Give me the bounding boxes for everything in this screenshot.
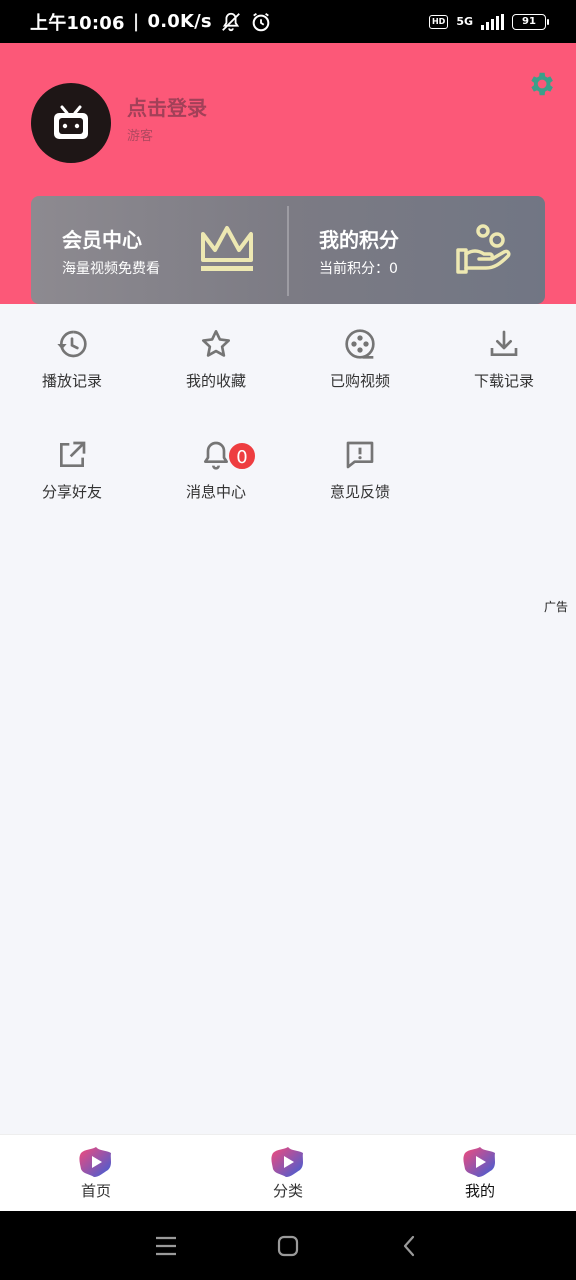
- play-logo-icon: [463, 1147, 495, 1177]
- avatar[interactable]: [31, 83, 111, 163]
- network-type: 5G: [456, 15, 473, 28]
- play-logo-icon: [79, 1147, 111, 1177]
- login-button[interactable]: 点击登录: [127, 92, 207, 121]
- menu-downloads[interactable]: 下载记录: [439, 328, 569, 408]
- page: 上午10:06 | 0.0K/s HD 5G 91 点击登录 游客 会员中心 海…: [0, 0, 576, 1280]
- alarm-icon: [252, 12, 270, 31]
- star-icon: [202, 330, 230, 357]
- menu-messages[interactable]: 消息中心 0: [151, 439, 281, 519]
- gear-icon[interactable]: [526, 69, 556, 99]
- battery-icon: 91: [512, 13, 549, 30]
- film-reel-icon: [345, 329, 375, 359]
- menu-purchased-label: 已购视频: [329, 372, 390, 390]
- bottom-nav: 首页 分类 我的: [0, 1134, 576, 1211]
- crown-icon: [201, 226, 253, 271]
- vip-divider: [287, 206, 289, 296]
- system-nav-bar: [0, 1211, 576, 1280]
- nav-category[interactable]: 分类: [192, 1135, 384, 1211]
- history-icon: [57, 330, 87, 358]
- play-logo-icon: [271, 1147, 303, 1177]
- guest-label: 游客: [127, 129, 154, 144]
- menu-share-label: 分享好友: [41, 483, 102, 501]
- menu-play-history[interactable]: 播放记录: [7, 328, 137, 408]
- menu-share[interactable]: 分享好友: [7, 439, 137, 519]
- menu-feedback[interactable]: 意见反馈: [295, 439, 425, 519]
- menu-icon[interactable]: [154, 1235, 178, 1257]
- points-subtitle: 当前积分：0: [319, 261, 398, 277]
- hd-badge: HD: [428, 14, 449, 29]
- ad-label: 广告: [544, 600, 569, 614]
- status-left: 上午10:06 | 0.0K/s: [30, 9, 272, 35]
- nav-mine-label: 我的: [464, 1182, 495, 1200]
- menu-messages-label: 消息中心: [185, 483, 246, 501]
- home-icon[interactable]: [276, 1234, 300, 1258]
- hand-points-icon: [456, 224, 511, 274]
- menu-downloads-label: 下载记录: [473, 372, 534, 390]
- menu-favorites-label: 我的收藏: [185, 372, 246, 390]
- menu-play-history-label: 播放记录: [41, 372, 102, 390]
- vip-card: 会员中心 海量视频免费看 我的积分 当前积分：0: [31, 196, 545, 304]
- menu-purchased[interactable]: 已购视频: [295, 328, 425, 408]
- feedback-icon: [346, 441, 374, 469]
- member-center-title[interactable]: 会员中心: [62, 224, 142, 253]
- menu-favorites[interactable]: 我的收藏: [151, 328, 281, 408]
- menu-feedback-label: 意见反馈: [329, 483, 390, 501]
- member-center-subtitle: 海量视频免费看: [62, 261, 160, 277]
- status-time: 上午10:06: [30, 12, 125, 34]
- message-count-badge: 0: [227, 441, 257, 471]
- nav-mine[interactable]: 我的: [384, 1135, 576, 1211]
- battery-level: 91: [522, 16, 536, 27]
- back-icon[interactable]: [398, 1234, 422, 1258]
- nav-category-label: 分类: [272, 1182, 303, 1200]
- nav-home-label: 首页: [80, 1182, 111, 1200]
- status-separator: |: [132, 11, 140, 32]
- status-speed: 0.0K/s: [147, 11, 212, 32]
- profile-header: 点击登录 游客 会员中心 海量视频免费看 我的积分 当前积分：0: [0, 43, 576, 304]
- download-icon: [490, 330, 518, 356]
- tv-logo-icon: [54, 105, 88, 139]
- share-icon: [60, 441, 86, 467]
- mute-icon: [221, 12, 240, 31]
- my-points-title[interactable]: 我的积分: [319, 224, 399, 253]
- status-right: HD 5G 91: [428, 13, 549, 30]
- signal-icon: [481, 13, 504, 30]
- status-bar: 上午10:06 | 0.0K/s HD 5G 91: [0, 0, 576, 43]
- nav-home[interactable]: 首页: [0, 1135, 192, 1211]
